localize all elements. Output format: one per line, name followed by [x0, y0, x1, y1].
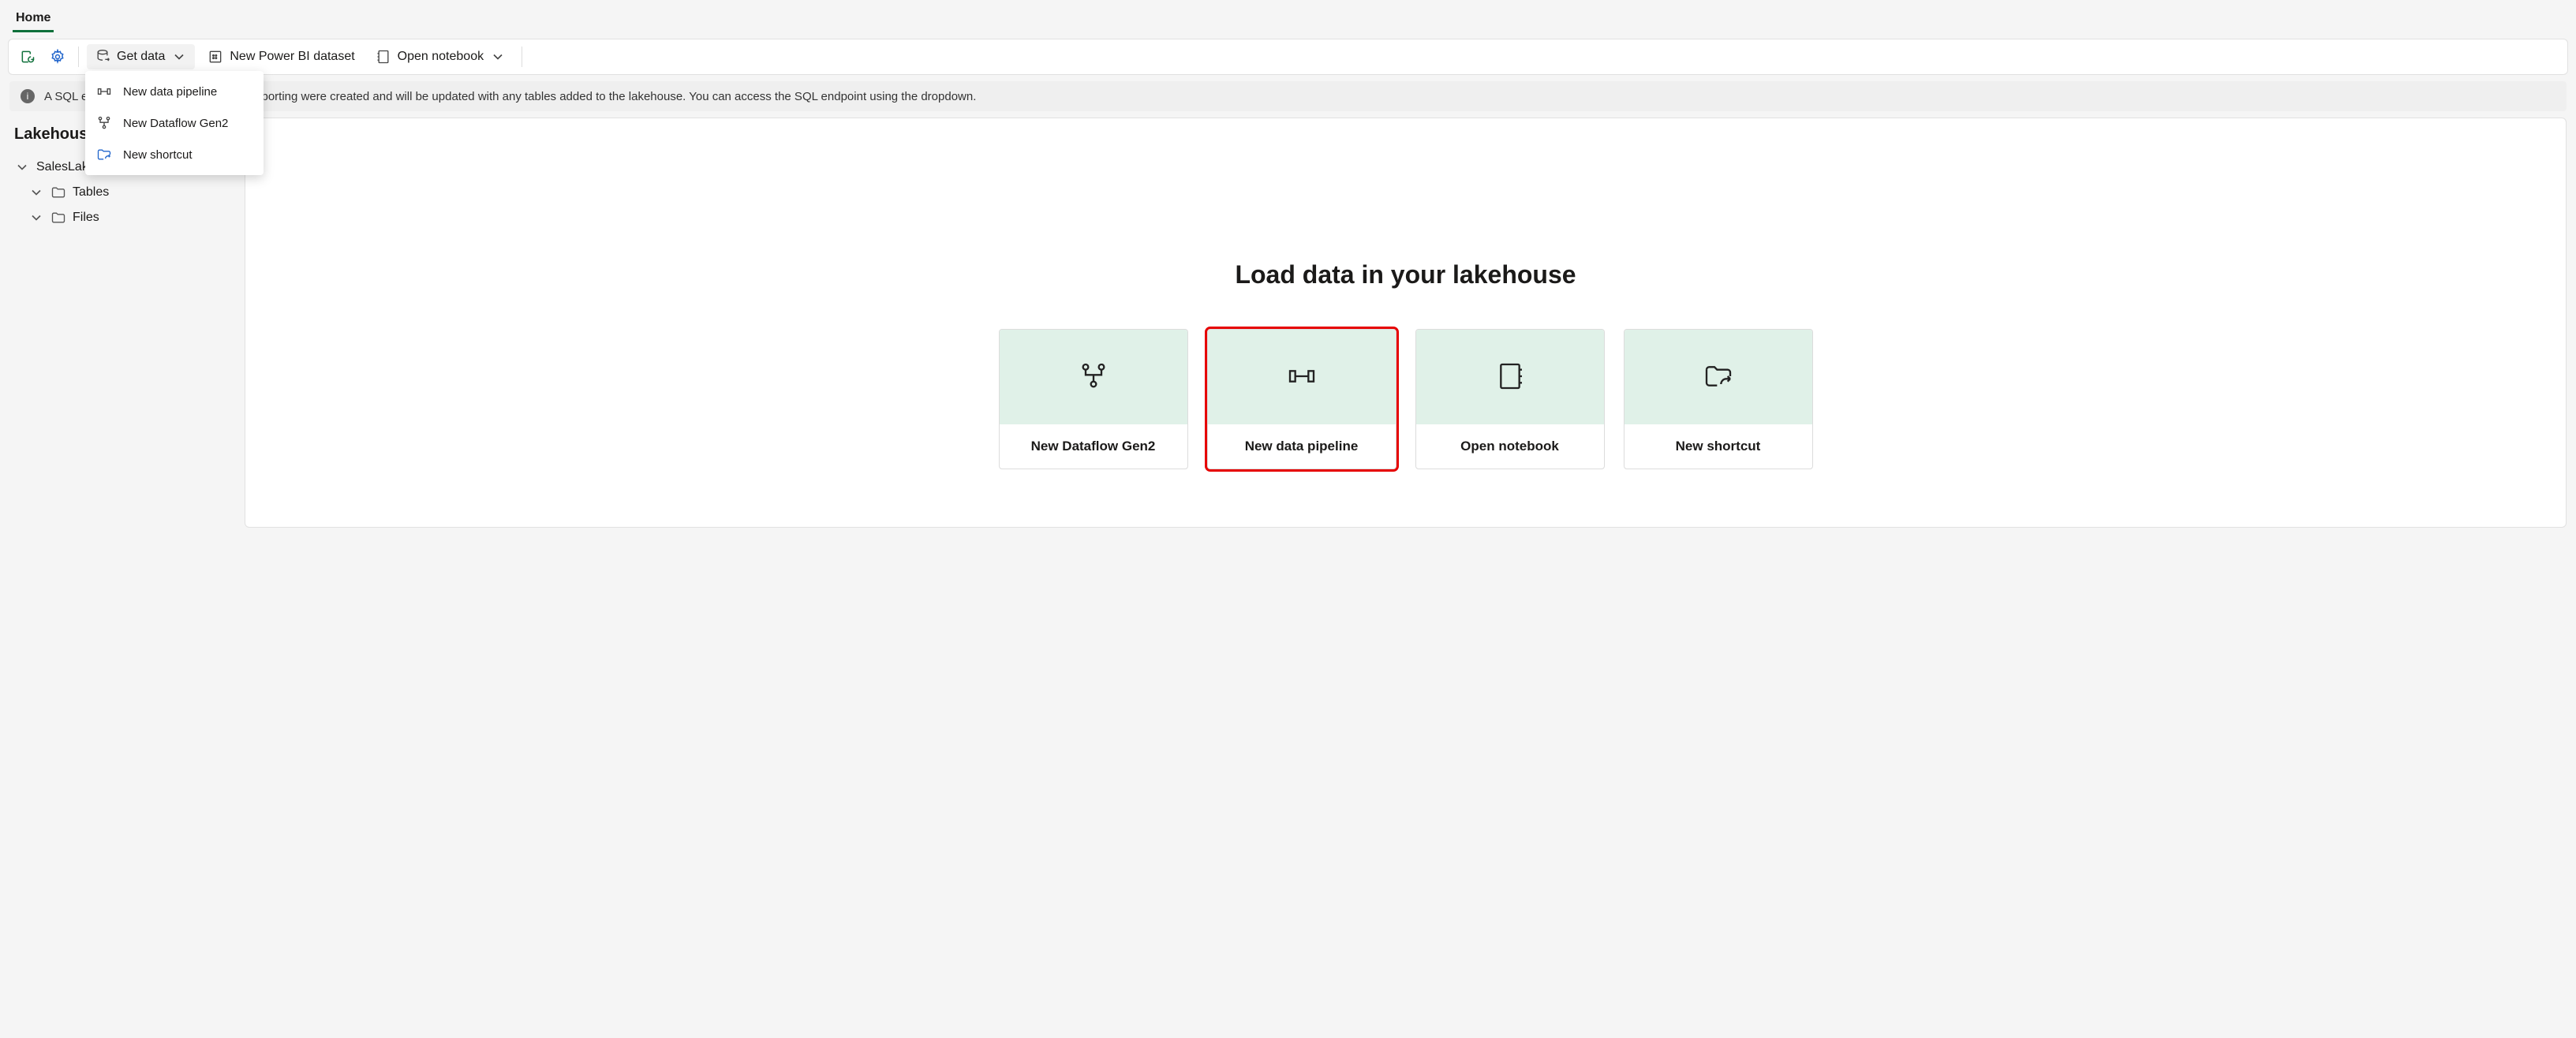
pipeline-icon	[1286, 360, 1318, 394]
menu-item-label: New shortcut	[123, 148, 193, 162]
tree-item-tables[interactable]: Tables	[11, 180, 234, 205]
lakehouse-canvas: Load data in your lakehouse New Dataflow…	[245, 118, 2567, 528]
shortcut-folder-icon	[96, 147, 112, 162]
notebook-icon	[376, 49, 391, 65]
card-label: New shortcut	[1624, 424, 1812, 469]
dataset-icon	[208, 49, 223, 65]
folder-icon	[50, 210, 66, 226]
tree-item-files[interactable]: Files	[11, 205, 234, 230]
dataflow-icon	[1078, 360, 1109, 394]
info-icon: i	[21, 89, 35, 103]
menu-item-new-dataflow-gen2[interactable]: New Dataflow Gen2	[85, 107, 264, 139]
refresh-icon	[20, 49, 36, 65]
chevron-down-icon	[171, 49, 187, 65]
info-banner: i A SQL endpoint and default dataset for…	[9, 81, 2567, 111]
gear-icon	[50, 49, 65, 65]
open-notebook-button[interactable]: Open notebook	[368, 44, 514, 69]
dataflow-icon	[96, 115, 112, 131]
shortcut-folder-icon	[1703, 360, 1734, 394]
card-label: New data pipeline	[1208, 424, 1396, 469]
canvas-heading: Load data in your lakehouse	[269, 260, 2542, 289]
card-new-data-pipeline[interactable]: New data pipeline	[1207, 329, 1396, 469]
new-pbi-dataset-button[interactable]: New Power BI dataset	[200, 44, 362, 69]
tab-home[interactable]: Home	[13, 6, 54, 32]
refresh-button[interactable]	[15, 44, 40, 69]
card-new-dataflow-gen2[interactable]: New Dataflow Gen2	[999, 329, 1188, 469]
chevron-down-icon	[28, 185, 44, 200]
folder-icon	[50, 185, 66, 200]
get-data-label: Get data	[117, 50, 165, 64]
tree-item-label: Files	[73, 211, 99, 225]
card-label: Open notebook	[1416, 424, 1604, 469]
card-label: New Dataflow Gen2	[1000, 424, 1187, 469]
pipeline-icon	[96, 84, 112, 99]
card-open-notebook[interactable]: Open notebook	[1415, 329, 1605, 469]
open-notebook-label: Open notebook	[398, 50, 484, 64]
notebook-icon	[1494, 360, 1526, 394]
card-new-shortcut[interactable]: New shortcut	[1624, 329, 1813, 469]
get-data-button[interactable]: Get data	[87, 44, 195, 69]
tab-bar: Home	[0, 0, 2576, 32]
chevron-down-icon	[490, 49, 506, 65]
chevron-down-icon	[14, 159, 30, 175]
chevron-down-icon	[28, 210, 44, 226]
database-import-icon	[95, 49, 110, 65]
menu-item-new-shortcut[interactable]: New shortcut	[85, 139, 264, 170]
new-pbi-dataset-label: New Power BI dataset	[230, 50, 354, 64]
toolbar-separator	[78, 47, 79, 67]
toolbar: Get data New Power BI dataset Open noteb…	[8, 39, 2568, 75]
menu-item-new-data-pipeline[interactable]: New data pipeline	[85, 76, 264, 107]
settings-button[interactable]	[45, 44, 70, 69]
get-data-menu: New data pipeline New Dataflow Gen2 New …	[85, 71, 264, 175]
menu-item-label: New data pipeline	[123, 85, 217, 99]
menu-item-label: New Dataflow Gen2	[123, 117, 228, 130]
tree-item-label: Tables	[73, 185, 109, 200]
